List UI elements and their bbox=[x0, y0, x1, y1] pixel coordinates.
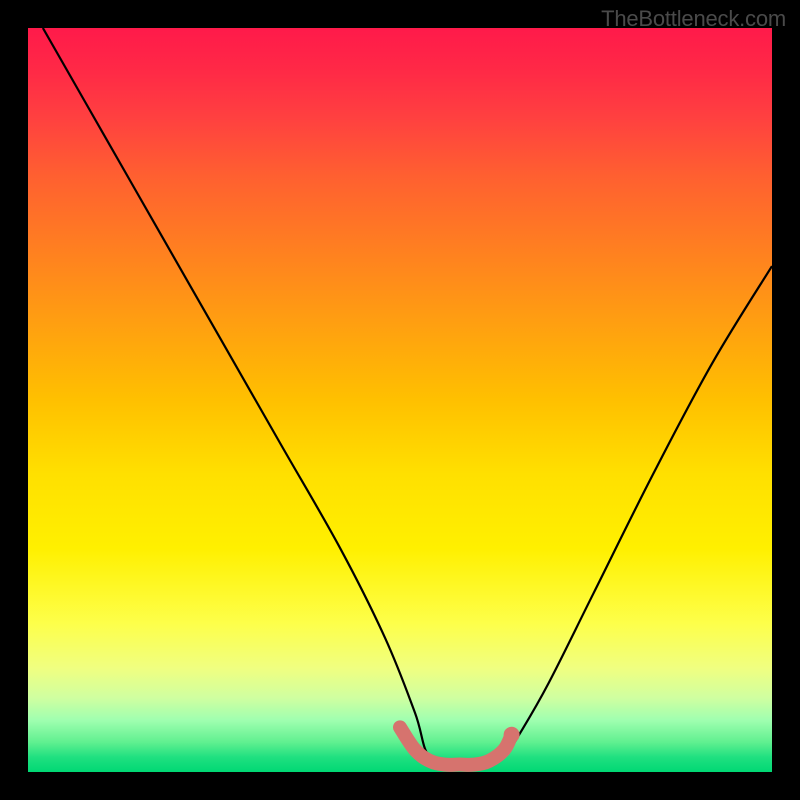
bottleneck-curve bbox=[43, 28, 772, 766]
watermark-text: TheBottleneck.com bbox=[601, 6, 786, 32]
chart-frame bbox=[28, 28, 772, 772]
valley-highlight bbox=[400, 727, 512, 764]
valley-highlight-dot bbox=[504, 727, 520, 743]
chart-svg bbox=[28, 28, 772, 772]
